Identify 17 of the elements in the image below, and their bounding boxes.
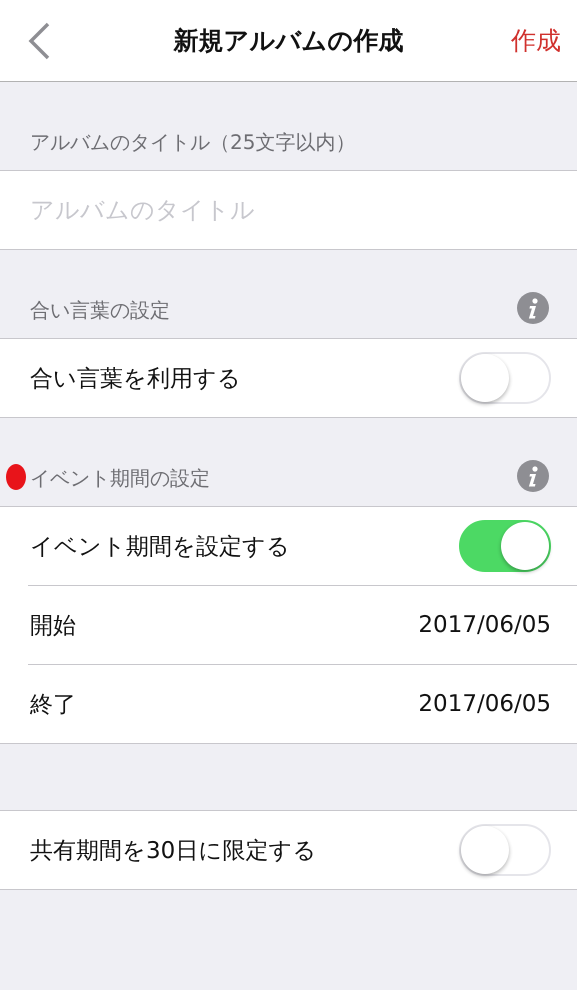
row-label: 共有期間を30日に限定する bbox=[30, 836, 316, 866]
create-button[interactable]: 作成 bbox=[511, 24, 561, 57]
page-title: 新規アルバムの作成 bbox=[174, 26, 404, 55]
toggle-switch[interactable] bbox=[459, 520, 551, 572]
row-label: 終了 bbox=[30, 690, 76, 720]
date-value[interactable]: 2017/06/05 bbox=[418, 691, 551, 717]
date-value[interactable]: 2017/06/05 bbox=[418, 612, 551, 638]
info-icon[interactable] bbox=[517, 460, 549, 492]
section-header: 合い言葉の設定 bbox=[30, 297, 170, 324]
annotation-dot bbox=[6, 464, 26, 490]
row-label: イベント期間を設定する bbox=[30, 532, 290, 562]
section-header: イベント期間の設定 bbox=[30, 465, 210, 492]
row-label: 開始 bbox=[30, 612, 76, 640]
back-icon[interactable] bbox=[26, 20, 52, 60]
info-icon[interactable] bbox=[517, 292, 549, 324]
section-header: アルバムのタイトル（25文字以内） bbox=[30, 129, 356, 156]
row-label: 合い言葉を利用する bbox=[30, 364, 241, 394]
